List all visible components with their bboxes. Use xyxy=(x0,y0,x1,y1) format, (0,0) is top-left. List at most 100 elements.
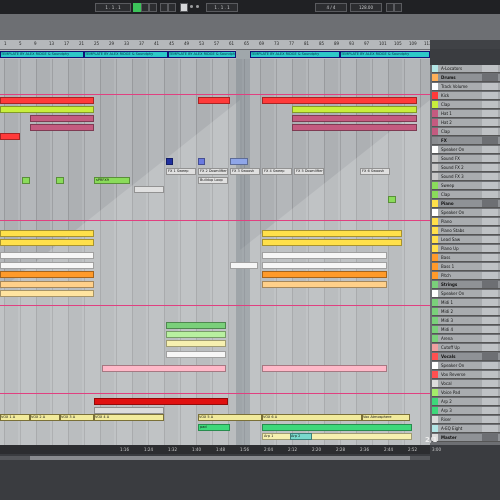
track-activator-button[interactable] xyxy=(482,434,498,441)
track-activator-button[interactable] xyxy=(482,137,498,144)
clip-hat[interactable] xyxy=(30,115,94,122)
track-header[interactable]: Strings xyxy=(432,281,500,289)
track-header[interactable]: Riser xyxy=(432,416,500,424)
clip-hat[interactable] xyxy=(292,124,417,131)
track-activator-button[interactable] xyxy=(482,110,498,117)
track-header[interactable]: Kick xyxy=(432,92,500,100)
track-header[interactable]: Sound FX 2 xyxy=(432,164,500,172)
clip-vocal[interactable] xyxy=(94,407,164,414)
overview-strip[interactable] xyxy=(0,14,500,40)
clip-cutoff[interactable] xyxy=(102,365,226,372)
follow-button[interactable] xyxy=(394,3,402,12)
loop-button[interactable] xyxy=(180,3,188,12)
track-activator-button[interactable] xyxy=(482,362,498,369)
clip-lead-saw[interactable] xyxy=(0,252,94,259)
track-header[interactable]: Bass 1 xyxy=(432,263,500,271)
clip-fx-downlifter[interactable]: FX 5 Downlifter xyxy=(294,168,324,175)
scrollbar-thumb[interactable] xyxy=(30,456,410,460)
track-header[interactable]: Speaker On xyxy=(432,362,500,370)
track-header[interactable]: Track Volume xyxy=(432,83,500,91)
clip-arp[interactable]: Arp 2 xyxy=(290,433,312,440)
clip-piano-stabs[interactable] xyxy=(0,239,94,246)
track-header[interactable]: FX xyxy=(432,137,500,145)
track-header[interactable]: Hat 2 xyxy=(432,119,500,127)
track-activator-button[interactable] xyxy=(482,191,498,198)
clip-pitch[interactable] xyxy=(0,290,94,297)
track-activator-button[interactable] xyxy=(482,353,498,360)
track-activator-button[interactable] xyxy=(482,407,498,414)
punch-out-icon[interactable] xyxy=(196,5,199,8)
clip-ariel[interactable]: sPRFX9 xyxy=(94,177,130,184)
locator-marker[interactable]: TEMPLATE BY ALEX RIDGE & Soundphy xyxy=(340,51,430,58)
clip-pad[interactable]: pad xyxy=(198,424,230,431)
track-header[interactable]: A-EQ Eight xyxy=(432,425,500,433)
track-activator-button[interactable] xyxy=(482,317,498,324)
clip-midi[interactable] xyxy=(166,331,226,338)
clip-vox[interactable]: VOX 5 A xyxy=(198,414,262,421)
clip-kick[interactable] xyxy=(198,97,230,104)
track-header[interactable]: Piano xyxy=(432,200,500,208)
clip-fx-sweep[interactable]: FX 1 Sweep xyxy=(166,168,196,175)
track-activator-button[interactable] xyxy=(482,416,498,423)
track-header[interactable]: Clap xyxy=(432,101,500,109)
track-activator-button[interactable] xyxy=(482,164,498,171)
track-activator-button[interactable] xyxy=(482,236,498,243)
track-activator-button[interactable] xyxy=(482,398,498,405)
clip-sound-fx[interactable] xyxy=(198,158,205,165)
track-header[interactable]: Vox Reverse xyxy=(432,371,500,379)
track-header[interactable]: Speaker On xyxy=(432,209,500,217)
clip-fx-swoosh[interactable]: FX 3 Swoosh xyxy=(230,168,260,175)
clip-sound-fx[interactable] xyxy=(166,158,173,165)
track-activator-button[interactable] xyxy=(482,380,498,387)
clip-clap[interactable] xyxy=(0,133,20,140)
track-header[interactable]: Voice Pad xyxy=(432,389,500,397)
locator-marker[interactable]: TEMPLATE BY ALEX RIDGE & Soundphy xyxy=(84,51,168,58)
locator-marker[interactable]: TEMPLATE BY ALEX RIDGE & Soundphy xyxy=(0,51,84,58)
time-ruler[interactable]: 1:16 1:24 1:32 1:40 1:48 1:56 2:04 2:12 2:20 2:28… xyxy=(0,445,441,454)
loop-brace-region[interactable] xyxy=(236,50,250,445)
track-activator-button[interactable] xyxy=(482,227,498,234)
track-header[interactable]: Piano xyxy=(432,218,500,226)
clip-arp[interactable] xyxy=(262,424,412,431)
track-activator-button[interactable] xyxy=(482,272,498,279)
clip-vox[interactable]: VOX 3 A xyxy=(60,414,94,421)
track-activator-button[interactable] xyxy=(482,389,498,396)
locator-marker[interactable]: TEMPLATE BY ALEX RIDGE & Soundphy xyxy=(168,51,236,58)
track-header[interactable]: Clap xyxy=(432,191,500,199)
clip-piano[interactable] xyxy=(262,230,402,237)
clip-sweep[interactable] xyxy=(22,177,30,184)
track-header[interactable]: Piano Stabs xyxy=(432,227,500,235)
clip-midi[interactable] xyxy=(166,322,226,329)
clip-fx-sweep[interactable]: FX 4 Sweep xyxy=(262,168,292,175)
track-header[interactable]: Speaker On xyxy=(432,290,500,298)
clip-vox[interactable]: VOX 4 A xyxy=(94,414,164,421)
track-header[interactable]: Sound FX 3 xyxy=(432,173,500,181)
track-header[interactable]: Midi 4 xyxy=(432,326,500,334)
clip-vox[interactable]: VOX 6 A xyxy=(262,414,362,421)
track-header[interactable]: Arena xyxy=(432,335,500,343)
stop-button[interactable] xyxy=(141,3,149,12)
track-activator-button[interactable] xyxy=(482,200,498,207)
track-activator-button[interactable] xyxy=(482,281,498,288)
track-activator-button[interactable] xyxy=(482,371,498,378)
track-header[interactable]: A-Locators xyxy=(432,65,500,73)
clip-midi[interactable] xyxy=(166,351,226,358)
track-activator-button[interactable] xyxy=(482,74,498,81)
track-activator-button[interactable] xyxy=(482,425,498,432)
clip-vox[interactable]: VOX 2 A xyxy=(30,414,60,421)
track-activator-button[interactable] xyxy=(482,173,498,180)
track-header[interactable]: Speaker On xyxy=(432,146,500,154)
track-header[interactable]: Bass xyxy=(432,254,500,262)
clip-midi[interactable] xyxy=(166,340,226,347)
clip-hat[interactable] xyxy=(292,115,417,122)
record-button[interactable] xyxy=(149,3,157,12)
track-header[interactable]: Midi 1 xyxy=(432,299,500,307)
track-header[interactable]: Midi 2 xyxy=(432,308,500,316)
track-activator-button[interactable] xyxy=(482,182,498,189)
track-header[interactable]: Drums xyxy=(432,74,500,82)
signature-display[interactable]: 4 / 4 xyxy=(315,3,347,12)
track-header[interactable]: Sound FX xyxy=(432,155,500,163)
clip-lead-saw[interactable] xyxy=(262,252,387,259)
track-header[interactable]: Piano Up xyxy=(432,245,500,253)
clip-piano-up[interactable] xyxy=(0,262,94,269)
